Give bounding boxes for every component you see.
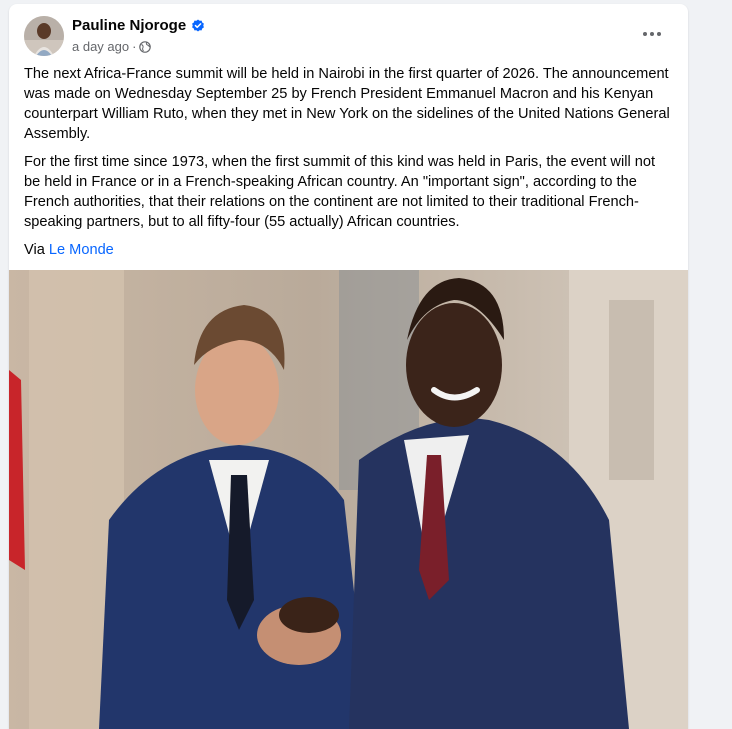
post-image: [9, 270, 688, 729]
more-options-button[interactable]: [634, 22, 670, 46]
meta-separator: ·: [132, 39, 137, 54]
source-link[interactable]: Le Monde: [49, 242, 114, 258]
post-body: The next Africa-France summit will be he…: [9, 64, 688, 260]
post-paragraph: For the first time since 1973, when the …: [24, 154, 656, 230]
post-photo[interactable]: [9, 270, 688, 729]
globe-icon[interactable]: [139, 40, 152, 53]
post-card: Pauline Njoroge a day ago · The next Afr…: [9, 4, 688, 729]
post-source: Via Le Monde: [24, 240, 673, 260]
post-header: Pauline Njoroge a day ago ·: [9, 4, 688, 64]
via-prefix: Via: [24, 242, 49, 258]
verified-badge-icon: [191, 19, 205, 33]
author-avatar[interactable]: [24, 16, 64, 56]
more-horizontal-icon: [643, 32, 647, 36]
author-name[interactable]: Pauline Njoroge: [72, 17, 186, 34]
post-paragraph: The next Africa-France summit will be he…: [24, 66, 670, 142]
post-timestamp[interactable]: a day ago: [72, 39, 129, 54]
avatar-image: [24, 16, 64, 56]
